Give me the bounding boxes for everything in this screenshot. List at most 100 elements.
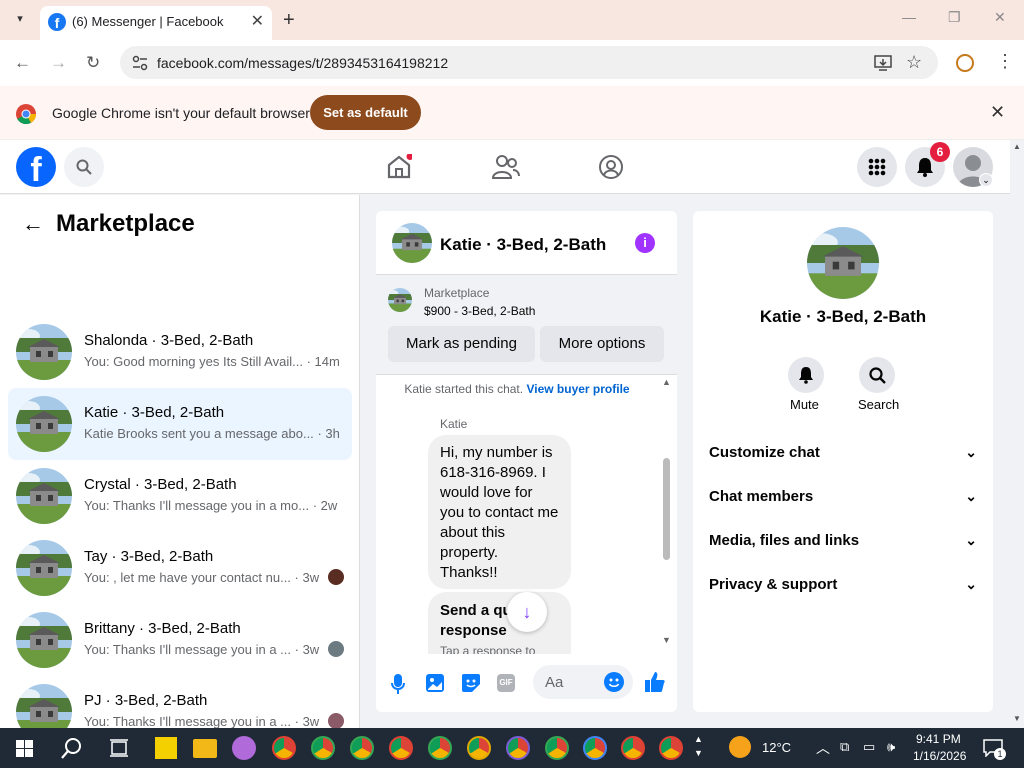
mute-button[interactable] [788, 357, 824, 393]
bookmark-star-icon[interactable]: ☆ [906, 52, 922, 73]
windows-start-icon[interactable] [16, 740, 33, 757]
sender-name: Katie [440, 417, 468, 431]
paint-app-icon[interactable] [232, 736, 256, 760]
chrome-taskbar-icon[interactable] [583, 736, 607, 760]
chat-avatar[interactable] [392, 223, 432, 263]
pane-title: Marketplace [56, 210, 195, 237]
clock-date[interactable]: 1/16/2026 [913, 749, 966, 763]
install-app-icon[interactable] [874, 54, 892, 72]
bell-icon [917, 158, 933, 177]
restore-button[interactable]: ❐ [948, 9, 961, 26]
mark-pending-button[interactable]: Mark as pending [388, 326, 535, 362]
listing-thumbnail[interactable] [388, 288, 412, 312]
forward-button[interactable]: → [50, 53, 67, 73]
chrome-taskbar-icon[interactable] [389, 736, 413, 760]
listing-title[interactable]: $900 - 3-Bed, 2-Bath [424, 304, 535, 318]
clock-time[interactable]: 9:41 PM [916, 732, 961, 746]
back-arrow-icon[interactable]: ← [22, 211, 44, 237]
groups-icon[interactable] [598, 154, 624, 180]
chrome-taskbar-icon[interactable] [545, 736, 569, 760]
scroll-to-bottom-button[interactable]: ↓ [507, 592, 547, 632]
task-view-icon[interactable] [110, 739, 128, 757]
omnibox[interactable]: facebook.com/messages/t/2893453164198212… [120, 46, 938, 79]
thumbs-up-icon[interactable] [644, 671, 666, 693]
new-tab-button[interactable]: + [283, 9, 295, 32]
scroll-down-arrow-icon[interactable]: ▼ [662, 635, 671, 645]
gif-icon[interactable]: GIF [497, 674, 515, 692]
window-close-button[interactable]: ✕ [994, 9, 1006, 26]
chrome-taskbar-icon[interactable] [272, 736, 296, 760]
chrome-taskbar-icon[interactable] [621, 736, 645, 760]
sticker-icon[interactable] [461, 673, 481, 693]
notification-badge: 6 [930, 142, 950, 162]
search-button[interactable] [64, 147, 104, 187]
chrome-taskbar-icon[interactable] [659, 736, 683, 760]
page-scrollbar[interactable]: ▲ ▼ [1010, 140, 1024, 728]
back-button[interactable]: ← [14, 53, 31, 73]
tray-chevron-icon[interactable]: ︿ [816, 738, 830, 758]
banner-close-icon[interactable]: ✕ [990, 102, 1005, 123]
house-thumbnail-icon [16, 468, 72, 524]
chrome-taskbar-icon[interactable] [311, 736, 335, 760]
page-scroll-down-icon[interactable]: ▼ [1013, 714, 1021, 723]
sticky-notes-icon[interactable] [155, 737, 177, 759]
chat-members-section[interactable]: Chat members ⌄ [709, 488, 977, 512]
quick-response-card[interactable]: Send a quick response Tap a response to [428, 592, 571, 654]
file-explorer-icon[interactable] [193, 739, 217, 758]
site-info-icon[interactable] [132, 55, 148, 71]
taskbar-search-icon[interactable] [61, 737, 83, 759]
contact-avatar[interactable] [807, 227, 879, 299]
chrome-taskbar-icon[interactable] [428, 736, 452, 760]
conversation-item[interactable]: Crystal · 3-Bed, 2-Bath You: Thanks I'll … [8, 460, 352, 532]
conversation-item[interactable]: Katie · 3-Bed, 2-Bath Katie Brooks sent y… [8, 388, 352, 460]
message-input[interactable]: Aa [533, 665, 633, 699]
page-scroll-up-icon[interactable]: ▲ [1013, 142, 1021, 151]
volume-icon[interactable]: 🕪 [887, 739, 895, 755]
browser-tab[interactable]: f (6) Messenger | Facebook ✕ [40, 6, 272, 40]
conversation-time: · 3w [294, 642, 320, 657]
menu-button[interactable] [857, 147, 897, 187]
conversation-item[interactable]: Tay · 3-Bed, 2-Bath You: , let me have yo… [8, 532, 352, 604]
microphone-icon[interactable] [391, 673, 405, 695]
customize-chat-section[interactable]: Customize chat ⌄ [709, 444, 977, 468]
more-options-button[interactable]: More options [540, 326, 664, 362]
emoji-icon[interactable] [604, 672, 624, 692]
facebook-favicon-icon: f [48, 13, 66, 31]
facebook-logo-icon[interactable]: f [16, 147, 56, 189]
privacy-support-section[interactable]: Privacy & support ⌄ [709, 576, 977, 600]
chrome-taskbar-icon[interactable] [350, 736, 374, 760]
chat-scrollbar-thumb[interactable] [663, 458, 670, 560]
minimize-button[interactable]: — [902, 9, 916, 25]
chrome-taskbar-icon[interactable] [467, 736, 491, 760]
search-chat-button[interactable] [859, 357, 895, 393]
set-default-button[interactable]: Set as default [310, 95, 421, 130]
tab-close-icon[interactable]: ✕ [251, 11, 264, 31]
tab-search-button[interactable]: ▾ [10, 9, 30, 29]
photo-icon[interactable] [425, 673, 445, 693]
conversation-preview: You: , let me have your contact nu... · … [84, 570, 319, 585]
chrome-titlebar: ▾ f (6) Messenger | Facebook ✕ + — ❐ ✕ [0, 0, 1024, 40]
chat-title[interactable]: Katie · 3-Bed, 2-Bath [440, 235, 606, 255]
reload-button[interactable]: ↻ [86, 53, 100, 73]
info-icon[interactable]: i [635, 233, 655, 253]
profile-icon[interactable] [956, 54, 974, 72]
view-buyer-profile-link[interactable]: View buyer profile [526, 382, 629, 396]
account-chevron-icon[interactable]: ⌄ [979, 173, 993, 187]
chat-panel: Katie · 3-Bed, 2-Bath i Marketplace $900… [376, 211, 677, 712]
network-icon[interactable]: ▭ [863, 739, 875, 755]
friends-icon[interactable] [492, 154, 520, 180]
scroll-up-arrow-icon[interactable]: ▲ [662, 377, 671, 387]
tray-overflow-icon[interactable]: ▲ ▼ [694, 732, 703, 760]
conversation-preview-text: You: Good morning yes Its Still Avail... [84, 354, 303, 369]
conversation-item[interactable]: Shalonda · 3-Bed, 2-Bath You: Good mornin… [8, 316, 352, 388]
weather-icon[interactable] [729, 736, 751, 758]
media-files-links-section[interactable]: Media, files and links ⌄ [709, 532, 977, 556]
chrome-taskbar-icon[interactable] [506, 736, 530, 760]
weather-temperature[interactable]: 12°C [762, 740, 791, 755]
grid-menu-icon [868, 158, 886, 176]
chrome-menu-icon[interactable]: ⋮ [996, 51, 1014, 72]
home-icon[interactable] [386, 154, 412, 180]
tab-title: (6) Messenger | Facebook [72, 14, 224, 29]
conversation-item[interactable]: Brittany · 3-Bed, 2-Bath You: Thanks I'll… [8, 604, 352, 676]
meet-now-icon[interactable]: ⧉ [840, 739, 849, 755]
